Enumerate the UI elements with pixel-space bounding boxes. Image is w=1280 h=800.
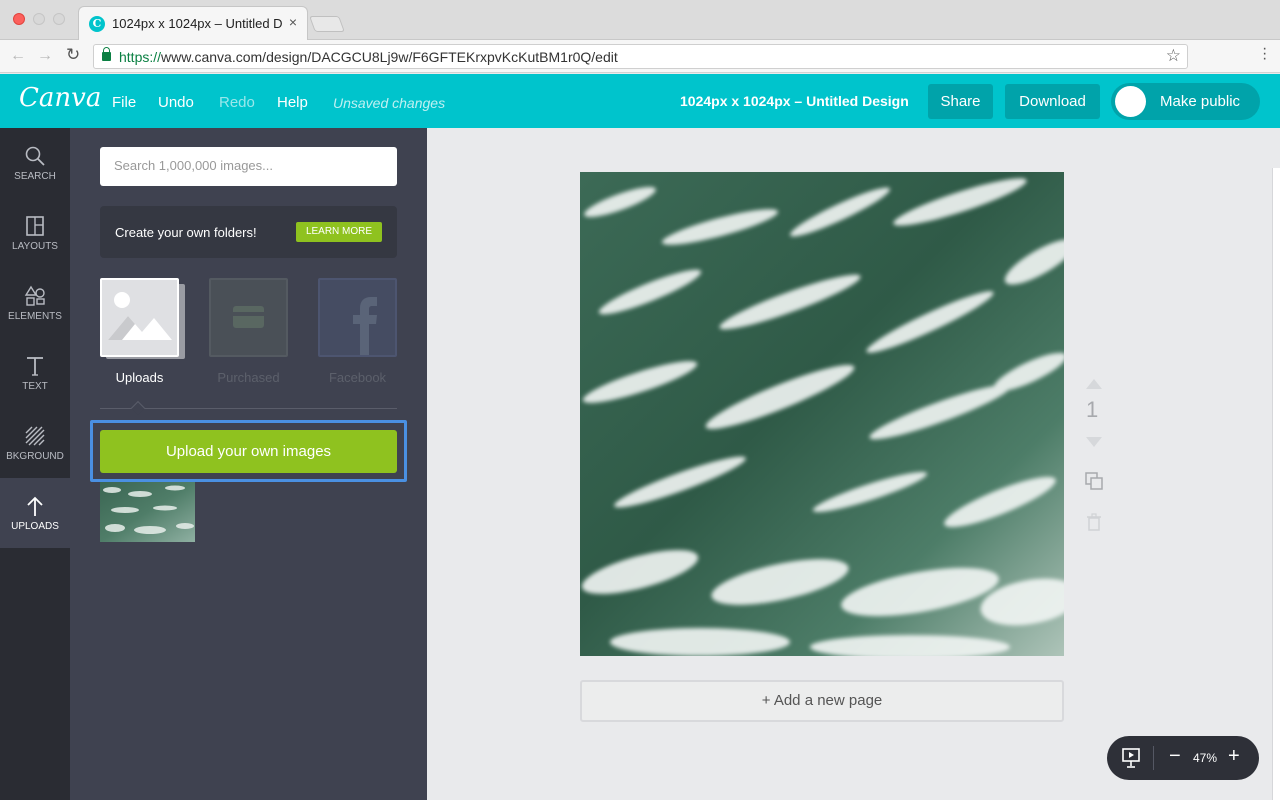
image-search-box[interactable] xyxy=(100,147,397,186)
facebook-icon xyxy=(353,297,377,355)
browser-menu-icon[interactable]: · · · xyxy=(1262,41,1267,67)
rail-item-search[interactable]: SEARCH xyxy=(0,128,70,198)
image-placeholder-icon xyxy=(100,278,179,357)
address-bar: ← → ↻ https://www.canva.com/design/DACGC… xyxy=(0,40,1280,73)
rail-item-layouts[interactable]: LAYOUTS xyxy=(0,198,70,268)
browser-tab[interactable]: C 1024px x 1024px – Untitled D × xyxy=(78,6,308,40)
rail-item-uploads[interactable]: UPLOADS xyxy=(0,478,70,548)
rail-item-elements[interactable]: ELEMENTS xyxy=(0,268,70,338)
back-arrow-icon[interactable]: ← xyxy=(10,47,26,65)
document-title[interactable]: 1024px x 1024px – Untitled Design xyxy=(680,93,909,109)
lock-icon xyxy=(102,47,111,61)
promo-text: Create your own folders! xyxy=(115,225,257,240)
ocean-waves-image[interactable] xyxy=(580,172,1064,656)
canvas-workspace: 1 + Add a new page − 47% + xyxy=(427,128,1280,800)
facebook-card xyxy=(318,278,397,357)
reload-icon[interactable]: ↻ xyxy=(66,45,80,65)
zoom-level: 47% xyxy=(1193,751,1218,765)
scrollbar-thumb[interactable] xyxy=(1272,168,1280,800)
editor-header: Canva File Undo Redo Help Unsaved change… xyxy=(0,74,1280,128)
zoom-controls: − 47% + xyxy=(1107,736,1259,780)
unsaved-status: Unsaved changes xyxy=(333,95,446,111)
undo-button[interactable]: Undo xyxy=(158,94,194,111)
uploads-card xyxy=(100,278,185,359)
make-public-toggle[interactable]: Make public xyxy=(1111,83,1260,120)
close-window-button[interactable] xyxy=(13,13,25,25)
new-tab-button[interactable] xyxy=(309,16,345,32)
rail-item-text[interactable]: TEXT xyxy=(0,338,70,408)
folders-promo: Create your own folders! LEARN MORE xyxy=(100,206,397,258)
rail-item-background[interactable]: BKGROUND xyxy=(0,408,70,478)
category-purchased[interactable]: Purchased xyxy=(209,278,288,385)
forward-arrow-icon[interactable]: → xyxy=(37,47,53,65)
learn-more-button[interactable]: LEARN MORE xyxy=(296,222,382,242)
zoom-separator xyxy=(1153,746,1154,770)
page-number: 1 xyxy=(1086,397,1099,422)
image-search-input[interactable] xyxy=(114,158,384,173)
help-menu[interactable]: Help xyxy=(277,94,308,111)
canva-favicon-icon: C xyxy=(89,16,105,32)
search-icon xyxy=(25,146,45,166)
category-uploads[interactable]: Uploads xyxy=(100,278,185,385)
move-page-up-icon[interactable] xyxy=(1086,379,1102,389)
layouts-icon xyxy=(26,216,44,236)
uploaded-image-thumbnail[interactable] xyxy=(100,482,195,542)
active-category-caret xyxy=(130,400,146,416)
category-label: Purchased xyxy=(217,370,280,385)
rail-label: UPLOADS xyxy=(11,521,59,532)
rail-label: SEARCH xyxy=(14,171,56,182)
tab-title: 1024px x 1024px – Untitled D xyxy=(112,16,282,31)
duplicate-page-icon[interactable] xyxy=(1084,471,1104,491)
rail-label: ELEMENTS xyxy=(8,311,62,322)
add-new-page-button[interactable]: + Add a new page xyxy=(580,680,1064,722)
browser-tab-bar: C 1024px x 1024px – Untitled D × xyxy=(0,0,1280,40)
uploads-panel: Create your own folders! LEARN MORE Uplo… xyxy=(70,128,427,800)
bookmark-star-icon[interactable]: ☆ xyxy=(1166,46,1181,66)
toggle-knob xyxy=(1115,86,1146,117)
rail-label: TEXT xyxy=(22,381,48,392)
file-menu[interactable]: File xyxy=(112,94,136,111)
zoom-in-button[interactable]: + xyxy=(1228,745,1240,768)
url-scheme: https:// xyxy=(119,49,162,65)
category-facebook[interactable]: Facebook xyxy=(318,278,397,385)
present-icon[interactable] xyxy=(1121,747,1141,769)
credit-card-icon xyxy=(233,306,264,328)
delete-page-icon[interactable] xyxy=(1086,513,1102,531)
category-label: Uploads xyxy=(115,370,164,385)
tab-close-icon[interactable]: × xyxy=(289,14,297,30)
purchased-card-icon xyxy=(209,278,288,357)
canvas-scrollbar[interactable] xyxy=(1272,168,1280,800)
make-public-label: Make public xyxy=(1160,93,1241,110)
ocean-thumbnail-image xyxy=(100,482,195,542)
mountain-image-icon xyxy=(108,292,172,340)
shapes-icon xyxy=(24,285,45,306)
url-path: www.canva.com/design/DACGCU8Lj9w/F6GFTEK… xyxy=(161,49,618,65)
category-label: Facebook xyxy=(328,370,387,385)
background-icon xyxy=(25,426,45,446)
minimize-window-button[interactable] xyxy=(33,13,45,25)
url-text: https://www.canva.com/design/DACGCU8Lj9w… xyxy=(119,49,618,65)
rail-label: LAYOUTS xyxy=(12,241,58,252)
redo-button[interactable]: Redo xyxy=(219,94,255,111)
download-button[interactable]: Download xyxy=(1005,84,1100,119)
zoom-out-button[interactable]: − xyxy=(1169,745,1181,768)
rail-label: BKGROUND xyxy=(6,451,64,462)
upload-arrow-icon xyxy=(27,496,43,516)
design-page[interactable] xyxy=(580,172,1064,656)
url-field[interactable]: https://www.canva.com/design/DACGCU8Lj9w… xyxy=(93,44,1188,69)
share-button[interactable]: Share xyxy=(928,84,993,119)
zoom-window-button[interactable] xyxy=(53,13,65,25)
left-nav-rail: SEARCH LAYOUTS ELEMENTS TEXT BKGROUND UP… xyxy=(0,128,70,800)
text-icon xyxy=(27,357,43,376)
canva-logo[interactable]: Canva xyxy=(19,83,101,113)
upload-images-button[interactable]: Upload your own images xyxy=(100,430,397,473)
move-page-down-icon[interactable] xyxy=(1086,437,1102,447)
